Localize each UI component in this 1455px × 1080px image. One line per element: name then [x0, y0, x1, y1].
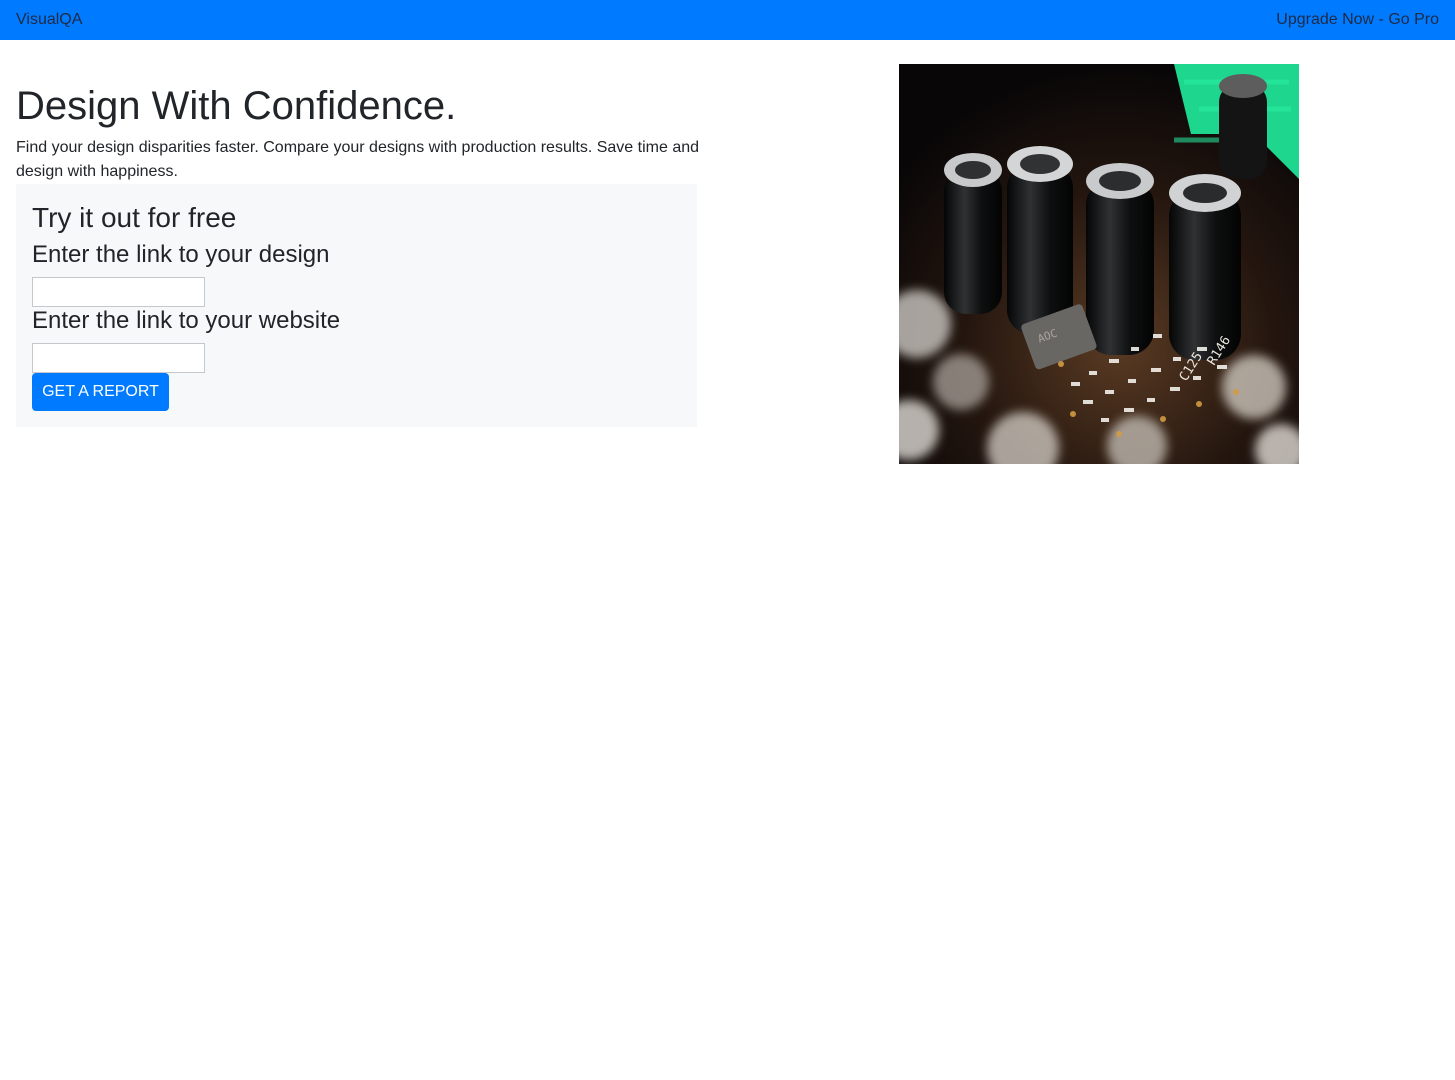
- website-link-label: Enter the link to your website: [32, 307, 341, 334]
- website-link-input[interactable]: [32, 343, 205, 373]
- page-title: Design With Confidence.: [16, 84, 457, 128]
- upgrade-link[interactable]: Upgrade Now - Go Pro: [1276, 11, 1439, 29]
- design-link-label: Enter the link to your design: [32, 241, 330, 268]
- circuit-board-image: AOC C125 R146: [899, 64, 1299, 464]
- brand-link[interactable]: VisualQA: [16, 11, 82, 29]
- trial-form-heading: Try it out for free: [32, 202, 237, 233]
- hero-description: Find your design disparities faster. Com…: [16, 139, 700, 180]
- trial-form-panel: Try it out for free Enter the link to yo…: [16, 184, 697, 427]
- get-report-button[interactable]: GET A REPORT: [32, 373, 169, 411]
- top-navbar: VisualQA Upgrade Now - Go Pro: [0, 0, 1455, 40]
- circuit-board-icon: AOC C125 R146: [899, 64, 1299, 464]
- design-link-input[interactable]: [32, 277, 205, 307]
